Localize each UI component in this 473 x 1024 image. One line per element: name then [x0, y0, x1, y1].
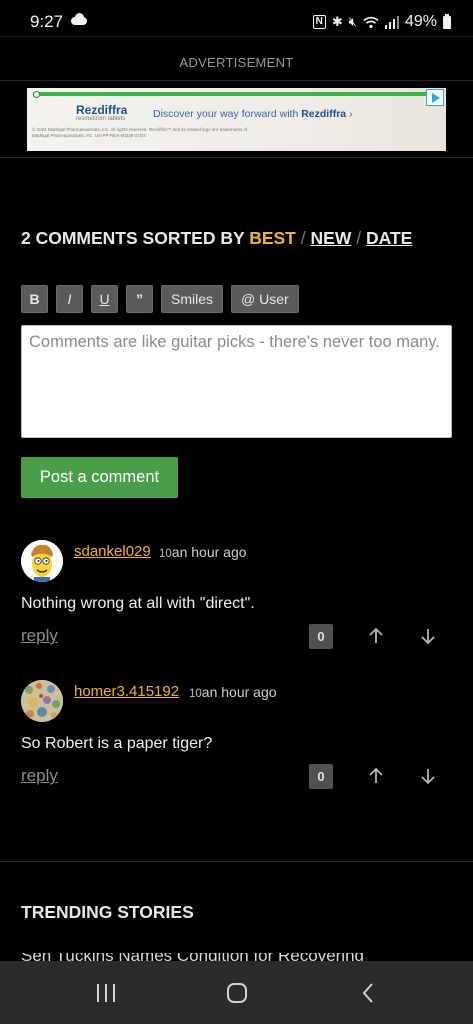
underline-button[interactable]: U — [91, 285, 118, 313]
comment-body: Nothing wrong at all with "direct". — [21, 595, 255, 612]
sort-separator: / — [356, 228, 362, 248]
signal-icon — [384, 15, 399, 29]
battery-level: 49% — [404, 13, 437, 30]
cloud-icon — [71, 13, 88, 25]
mute-icon: 🔇︎ — [348, 14, 357, 30]
comment-meta: 10an hour ago — [189, 684, 277, 700]
comments-header: 2 COMMENTS SORTED BY BEST / NEW / DATE — [21, 228, 412, 249]
sort-best-link[interactable]: BEST — [249, 228, 296, 248]
comment-score: 10 — [189, 688, 202, 700]
wifi-icon — [363, 16, 379, 28]
post-comment-button[interactable]: Post a comment — [21, 457, 178, 498]
reply-link[interactable]: reply — [21, 626, 58, 646]
vote-count: 0 — [309, 624, 333, 649]
upvote-arrow-icon[interactable] — [364, 624, 388, 648]
ad-fine-print: © 2024 Madrigal Pharmaceuticals, Inc. Al… — [32, 127, 248, 138]
ad-divider-top — [0, 80, 473, 81]
ad-choices-icon[interactable] — [426, 89, 444, 106]
home-button[interactable] — [207, 968, 267, 1018]
comment-item: sdankel029 10an hour ago Nothing wrong a… — [21, 540, 452, 652]
smiles-button[interactable]: Smiles — [161, 285, 224, 313]
ad-cta-prefix: Discover your way forward with — [153, 108, 299, 120]
sort-date-link[interactable]: DATE — [366, 228, 412, 248]
avatar[interactable] — [21, 540, 63, 582]
recent-apps-button[interactable] — [76, 968, 136, 1018]
ad-banner[interactable]: Rezdiffra resmetirom tablets Discover yo… — [27, 88, 446, 151]
comment-item: homer3.415192 10an hour ago So Robert is… — [21, 680, 452, 792]
ad-brand-sub: resmetirom tablets — [76, 116, 126, 122]
reply-link[interactable]: reply — [21, 766, 58, 786]
nfc-icon: N — [312, 15, 326, 29]
avatar[interactable] — [21, 680, 63, 722]
upvote-arrow-icon[interactable] — [364, 764, 388, 788]
home-icon — [226, 982, 247, 1003]
editor-toolbar: B I U ” Smiles @ User — [21, 285, 299, 313]
ad-cta[interactable]: Discover your way forward with Rezdiffra… — [153, 108, 353, 120]
ad-progress-bar — [33, 91, 428, 98]
bold-button[interactable]: B — [21, 285, 48, 313]
back-button[interactable] — [338, 968, 398, 1018]
status-time: 9:27 — [30, 12, 64, 31]
comments-count-label: 2 COMMENTS SORTED BY — [21, 228, 245, 248]
comment-body: So Robert is a paper tiger? — [21, 735, 213, 752]
bluetooth-icon: ✱ — [331, 14, 343, 30]
ad-cta-brand: Rezdiffra — [301, 108, 347, 120]
ad-label: ADVERTISEMENT — [179, 55, 294, 70]
downvote-arrow-icon[interactable] — [416, 624, 440, 648]
comment-input[interactable]: Comments are like guitar picks - there's… — [21, 325, 452, 438]
sort-separator: / — [300, 228, 306, 248]
recent-apps-icon — [96, 983, 115, 1002]
trending-heading: TRENDING STORIES — [21, 902, 194, 922]
italic-button[interactable]: I — [56, 285, 83, 313]
back-icon — [362, 982, 373, 1003]
downvote-arrow-icon[interactable] — [416, 764, 440, 788]
comment-author-link[interactable]: sdankel029 — [74, 543, 151, 560]
quote-button[interactable]: ” — [126, 285, 153, 313]
advertisement: ADVERTISEMENT Rezdiffra resmetirom table… — [0, 36, 473, 158]
comment-meta: 10an hour ago — [159, 544, 247, 560]
ad-divider-bottom — [0, 157, 473, 158]
comment-score: 10 — [159, 548, 172, 560]
ad-brand: Rezdiffra — [76, 103, 128, 117]
system-nav-bar — [0, 961, 473, 1024]
battery-icon — [443, 13, 451, 29]
sort-new-link[interactable]: NEW — [311, 228, 352, 248]
comment-time: an hour ago — [201, 684, 277, 700]
mention-user-button[interactable]: @ User — [231, 285, 299, 313]
section-divider — [0, 861, 473, 862]
comment-time: an hour ago — [171, 544, 247, 560]
vote-count: 0 — [309, 764, 333, 789]
comment-author-link[interactable]: homer3.415192 — [74, 683, 179, 700]
